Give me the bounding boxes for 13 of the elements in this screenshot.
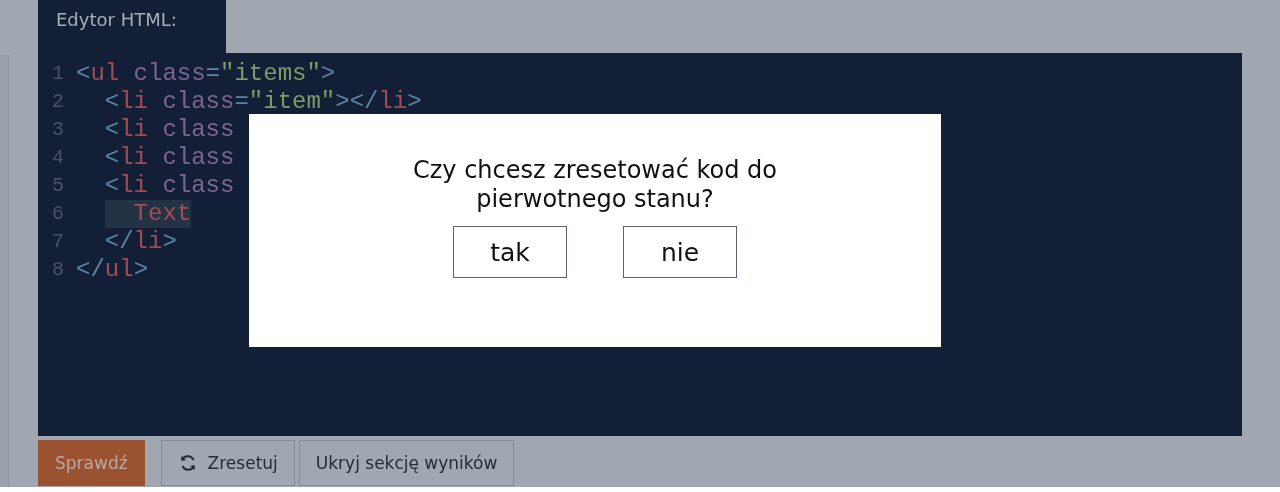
code-line: <ul class="items">: [76, 60, 336, 88]
code-line: </ul>: [76, 256, 149, 284]
hide-results-button[interactable]: Ukryj sekcję wyników: [298, 440, 515, 486]
code-line: <li class="item"></li>: [103, 88, 422, 116]
editor-tab[interactable]: Edytor HTML:: [38, 0, 226, 53]
code-line: <li class: [103, 116, 235, 144]
code-line: </li>: [103, 228, 177, 256]
dialog-message: Czy chcesz zresetować kod do pierwotnego stanu?: [412, 156, 778, 214]
cancel-button[interactable]: nie: [623, 226, 737, 278]
code-line: <li class: [103, 144, 235, 172]
confirm-button[interactable]: tak: [453, 226, 567, 278]
code-line: <li class: [103, 172, 235, 200]
reset-button[interactable]: Zresetuj: [160, 440, 295, 486]
